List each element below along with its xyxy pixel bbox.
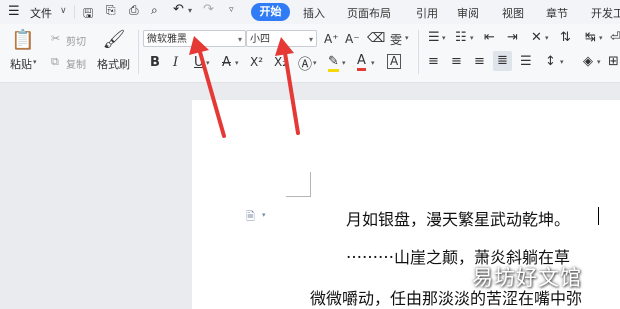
arrow-to-font-name xyxy=(189,36,226,138)
annotation-arrows xyxy=(189,36,300,138)
arrow-to-font-size xyxy=(275,37,300,135)
